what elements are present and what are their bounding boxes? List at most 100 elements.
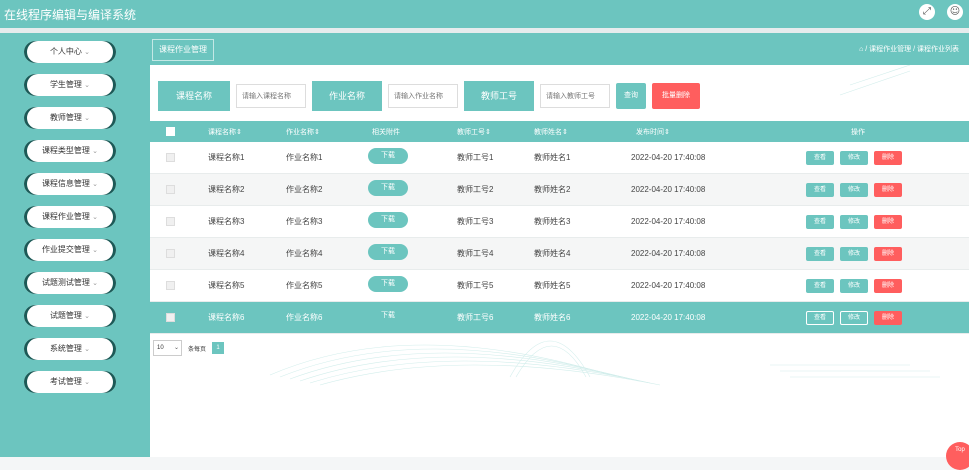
chevron-down-icon: ⌄ — [84, 82, 91, 89]
cell-homework: 作业名称6 — [286, 313, 323, 322]
header-teacher-name[interactable]: 教师姓名⇕ — [534, 121, 568, 142]
edit-button[interactable]: 修改 — [840, 150, 868, 165]
cell-publish-time: 2022-04-20 17:40:08 — [631, 249, 706, 258]
download-button[interactable]: 下载 — [368, 212, 408, 228]
header-publish-time[interactable]: 发布时间⇕ — [636, 121, 670, 142]
delete-button[interactable]: 删除 — [874, 150, 902, 165]
view-button[interactable]: 查看 — [806, 150, 834, 165]
homework-name-input[interactable] — [388, 84, 458, 108]
row-select-cell — [166, 238, 175, 269]
cell-teacher-id: 教师工号3 — [457, 217, 494, 226]
row-checkbox[interactable] — [166, 185, 175, 194]
homework-name-label: 作业名称 — [312, 81, 382, 111]
back-to-top-button[interactable]: Top — [946, 442, 969, 470]
cell-homework: 作业名称3 — [286, 217, 323, 226]
download-button[interactable]: 下载 — [368, 180, 408, 196]
course-name-label: 课程名称 — [158, 81, 230, 111]
top-icons: ⤢ ☺ — [919, 4, 963, 20]
delete-button[interactable]: 删除 — [874, 214, 902, 229]
row-checkbox[interactable] — [166, 217, 175, 226]
sidebar-item[interactable]: 系统管理 ⌄ — [24, 338, 116, 360]
user-icon[interactable]: ☺ — [947, 4, 963, 20]
header-course[interactable]: 课程名称⇕ — [208, 121, 242, 142]
chevron-down-icon: ⌄ — [92, 148, 99, 155]
view-button[interactable]: 查看 — [806, 214, 834, 229]
cell-teacher-id: 教师工号1 — [457, 153, 494, 162]
table-row: 课程名称1 作业名称1 教师工号1 教师姓名1 2022-04-20 17:40:08 下… — [150, 142, 969, 174]
edit-button[interactable]: 修改 — [840, 246, 868, 261]
view-button[interactable]: 查看 — [806, 246, 834, 261]
page-number-current[interactable]: 1 — [212, 342, 225, 354]
cell-actions: 查看 修改 删除 — [806, 238, 908, 269]
chevron-down-icon: ⌄ — [84, 379, 91, 386]
row-checkbox[interactable] — [166, 249, 175, 258]
sidebar-item[interactable]: 作业提交管理 ⌄ — [24, 239, 116, 261]
row-checkbox[interactable] — [166, 281, 175, 290]
edit-button[interactable]: 修改 — [840, 182, 868, 197]
table-row: 课程名称4 作业名称4 教师工号4 教师姓名4 2022-04-20 17:40:08 下… — [150, 238, 969, 270]
edit-button[interactable]: 修改 — [840, 310, 868, 325]
homework-table: 课程名称⇕ 作业名称⇕ 相关附件 教师工号⇕ 教师姓名⇕ 发布时间⇕ 操作 课程… — [150, 121, 969, 334]
page-size-select[interactable]: 10 ⌄ — [153, 340, 182, 356]
sidebar-item-label: 考试管理 — [49, 377, 82, 386]
table-body: 课程名称1 作业名称1 教师工号1 教师姓名1 2022-04-20 17:40:08 下… — [150, 142, 969, 334]
download-button[interactable]: 下载 — [368, 148, 408, 164]
page-tab[interactable]: 课程作业管理 — [152, 39, 214, 61]
cell-teacher-id: 教师工号4 — [457, 249, 494, 258]
edit-button[interactable]: 修改 — [840, 278, 868, 293]
sidebar-item[interactable]: 考试管理 ⌄ — [24, 371, 116, 393]
course-name-input[interactable] — [236, 84, 306, 108]
bulk-delete-button[interactable]: 批量删除 — [652, 83, 700, 109]
cell-attachment: 下载 — [368, 270, 408, 301]
header-homework[interactable]: 作业名称⇕ — [286, 121, 320, 142]
teacher-id-label: 教师工号 — [464, 81, 534, 111]
cell-teacher-id: 教师工号5 — [457, 281, 494, 290]
row-checkbox[interactable] — [166, 313, 175, 322]
sidebar-item-label: 教师管理 — [49, 113, 82, 122]
cell-homework: 作业名称1 — [286, 153, 323, 162]
cell-course: 课程名称6 — [208, 313, 245, 322]
delete-button[interactable]: 删除 — [874, 278, 902, 293]
row-select-cell — [166, 142, 175, 173]
header-attachment: 相关附件 — [372, 128, 400, 136]
cell-publish-time: 2022-04-20 17:40:08 — [631, 185, 706, 194]
sidebar-item-label: 作业提交管理 — [41, 245, 90, 254]
sidebar-item[interactable]: 个人中心 ⌄ — [24, 41, 116, 63]
teacher-id-input[interactable] — [540, 84, 610, 108]
view-button[interactable]: 查看 — [806, 182, 834, 197]
download-button[interactable]: 下载 — [368, 276, 408, 292]
cell-actions: 查看 修改 删除 — [806, 174, 908, 205]
table-row: 课程名称2 作业名称2 教师工号2 教师姓名2 2022-04-20 17:40:08 下… — [150, 174, 969, 206]
sidebar-item-label: 课程类型管理 — [41, 146, 90, 155]
cell-publish-time: 2022-04-20 17:40:08 — [631, 217, 706, 226]
sidebar-item[interactable]: 课程作业管理 ⌄ — [24, 206, 116, 228]
edit-button[interactable]: 修改 — [840, 214, 868, 229]
delete-button[interactable]: 删除 — [874, 246, 902, 261]
table-row: 课程名称3 作业名称3 教师工号3 教师姓名3 2022-04-20 17:40:08 下… — [150, 206, 969, 238]
cell-teacher-name: 教师姓名2 — [534, 185, 571, 194]
sidebar-item[interactable]: 试题管理 ⌄ — [24, 305, 116, 327]
chevron-down-icon: ⌄ — [92, 214, 99, 221]
fullscreen-icon[interactable]: ⤢ — [919, 4, 935, 20]
header-teacher-id[interactable]: 教师工号⇕ — [457, 121, 491, 142]
view-button[interactable]: 查看 — [806, 278, 834, 293]
cell-actions: 查看 修改 删除 — [806, 302, 908, 333]
sidebar-item[interactable]: 课程信息管理 ⌄ — [24, 173, 116, 195]
download-button[interactable]: 下载 — [368, 244, 408, 260]
select-all-checkbox[interactable] — [166, 127, 175, 136]
table-row: 课程名称5 作业名称5 教师工号5 教师姓名5 2022-04-20 17:40:08 下… — [150, 270, 969, 302]
row-checkbox[interactable] — [166, 153, 175, 162]
sidebar-item[interactable]: 教师管理 ⌄ — [24, 107, 116, 129]
delete-button[interactable]: 删除 — [874, 182, 902, 197]
query-button[interactable]: 查询 — [616, 83, 646, 109]
sidebar-item[interactable]: 学生管理 ⌄ — [24, 74, 116, 96]
chevron-down-icon: ⌄ — [84, 49, 91, 56]
sidebar-item[interactable]: 课程类型管理 ⌄ — [24, 140, 116, 162]
sidebar-item-label: 个人中心 — [49, 47, 82, 56]
cell-teacher-name: 教师姓名5 — [534, 281, 571, 290]
download-button[interactable]: 下载 — [368, 308, 408, 324]
delete-button[interactable]: 删除 — [874, 310, 902, 325]
sidebar-item[interactable]: 试题测试管理 ⌄ — [24, 272, 116, 294]
view-button[interactable]: 查看 — [806, 310, 834, 325]
row-select-cell — [166, 206, 175, 237]
